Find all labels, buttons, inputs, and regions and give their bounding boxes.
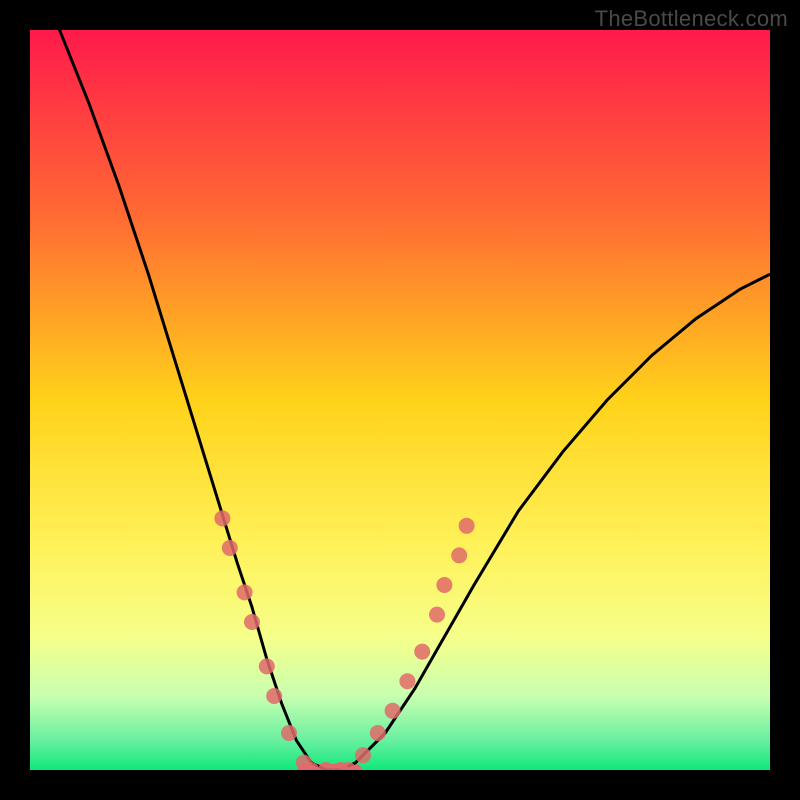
plot-area xyxy=(30,30,770,770)
data-point xyxy=(266,688,282,704)
watermark-text: TheBottleneck.com xyxy=(595,6,788,32)
data-point xyxy=(451,547,467,563)
data-point xyxy=(414,644,430,660)
data-point-markers xyxy=(214,510,474,770)
data-point xyxy=(429,607,445,623)
data-point xyxy=(222,540,238,556)
data-point xyxy=(459,518,475,534)
curve-layer xyxy=(30,30,770,770)
data-point xyxy=(281,725,297,741)
bottleneck-curve xyxy=(30,30,770,770)
data-point xyxy=(355,747,371,763)
data-point xyxy=(318,762,334,770)
chart-frame: TheBottleneck.com xyxy=(0,0,800,800)
data-point xyxy=(244,614,260,630)
data-point xyxy=(399,673,415,689)
data-point xyxy=(370,725,386,741)
data-point xyxy=(237,584,253,600)
data-point xyxy=(259,658,275,674)
data-point xyxy=(214,510,230,526)
data-point xyxy=(385,703,401,719)
data-point xyxy=(436,577,452,593)
